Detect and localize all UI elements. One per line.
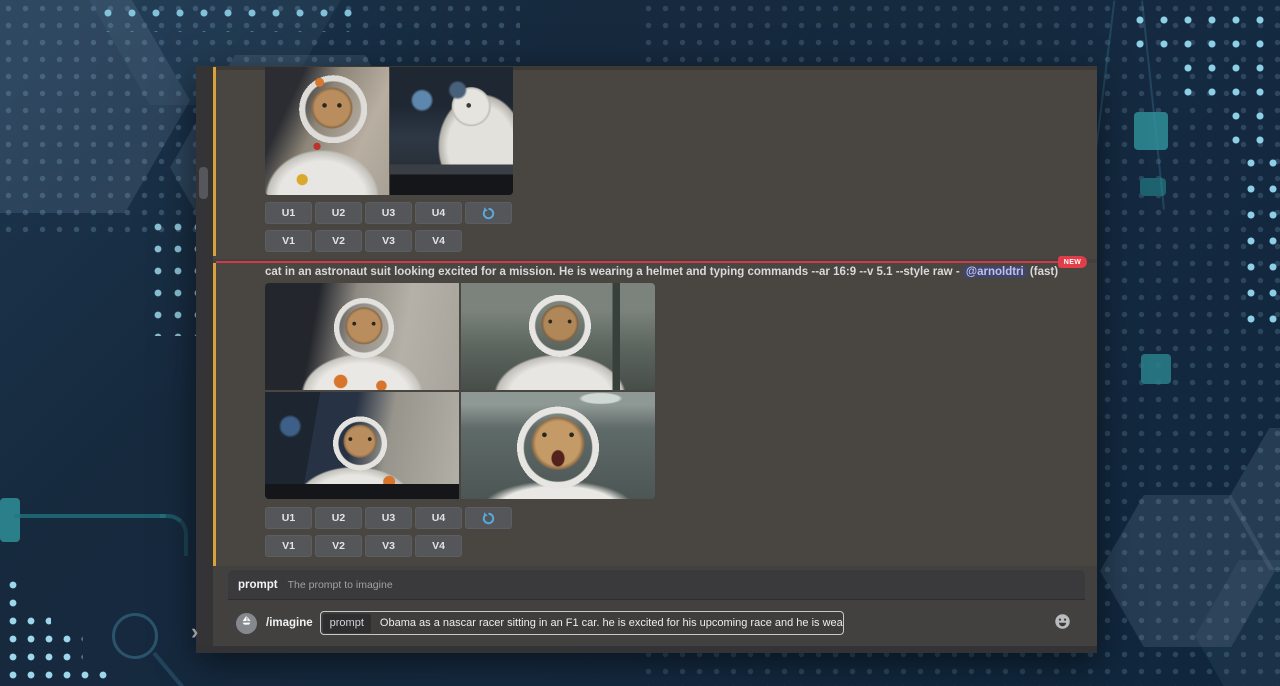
- circuit-trace-line: [14, 514, 166, 518]
- generated-image-tile[interactable]: [390, 67, 513, 195]
- magnifier-handle-line: [152, 652, 183, 686]
- prompt-text: cat in an astronaut suit looking excited…: [265, 266, 953, 278]
- upscale-u2-button[interactable]: U2: [315, 202, 362, 224]
- upscale-button-row: U1 U2 U3 U4: [265, 507, 512, 529]
- prompt-input[interactable]: prompt Obama as a nascar racer sitting i…: [320, 611, 844, 635]
- variation-v2-button[interactable]: V2: [315, 230, 362, 252]
- circuit-trace-curve: [160, 514, 188, 556]
- bright-dots-column-right: [1240, 150, 1280, 330]
- upscale-u1-button[interactable]: U1: [265, 202, 312, 224]
- variation-button-row: V1 V2 V3 V4: [265, 535, 462, 557]
- variation-button-row: V1 V2 V3 V4: [265, 230, 462, 252]
- image-grid-new: [265, 283, 655, 499]
- upscale-u1-button[interactable]: U1: [265, 507, 312, 529]
- bright-dots-cluster-midleft: [148, 216, 196, 336]
- upscale-u3-button[interactable]: U3: [365, 202, 412, 224]
- variation-v3-button[interactable]: V3: [365, 230, 412, 252]
- magnifier-circle-outline: [112, 613, 158, 659]
- screen: › U1 U2 U3 U4 V1 V2 V3: [0, 0, 1280, 686]
- message-prompt-text: cat in an astronaut suit looking excited…: [265, 266, 1080, 278]
- reroll-button[interactable]: [465, 507, 512, 529]
- discord-chat-window: U1 U2 U3 U4 V1 V2 V3 V4 NEW cat in an as…: [196, 66, 1097, 653]
- teal-square: [1141, 354, 1171, 384]
- generated-image-tile[interactable]: [265, 283, 459, 390]
- generated-image-tile[interactable]: [265, 67, 389, 195]
- circular-arrows-icon: [482, 512, 495, 525]
- emoji-picker-button[interactable]: [1054, 613, 1071, 630]
- autocomplete-option-name: prompt: [238, 579, 278, 591]
- variation-v4-button[interactable]: V4: [415, 230, 462, 252]
- dash-separator: -: [953, 266, 963, 278]
- midjourney-bot-avatar: [236, 613, 257, 634]
- upscale-u4-button[interactable]: U4: [415, 507, 462, 529]
- variation-v3-button[interactable]: V3: [365, 535, 412, 557]
- circular-arrows-icon: [482, 207, 495, 220]
- window-bottom-edge: [196, 646, 1097, 653]
- generated-image-tile[interactable]: [461, 283, 655, 390]
- prompt-input-value: Obama as a nascar racer sitting in an F1…: [380, 617, 844, 629]
- upscale-button-row: U1 U2 U3 U4: [265, 202, 512, 224]
- autocomplete-option-description: The prompt to imagine: [288, 579, 393, 591]
- upscale-u2-button[interactable]: U2: [315, 507, 362, 529]
- bright-dots-strip-top: [96, 2, 366, 32]
- variation-v2-button[interactable]: V2: [315, 535, 362, 557]
- upscale-u4-button[interactable]: U4: [415, 202, 462, 224]
- mention-indicator-bar: [213, 263, 216, 566]
- variation-v4-button[interactable]: V4: [415, 535, 462, 557]
- message-composer: /imagine prompt Obama as a nascar racer …: [228, 601, 1085, 645]
- slash-command-label: /imagine: [266, 617, 313, 629]
- teal-square: [1134, 112, 1168, 150]
- slash-command-autocomplete[interactable]: prompt The prompt to imagine: [228, 570, 1085, 600]
- upscale-u3-button[interactable]: U3: [365, 507, 412, 529]
- sailboat-icon: [240, 614, 253, 632]
- variation-v1-button[interactable]: V1: [265, 535, 312, 557]
- scrollbar-thumb[interactable]: [199, 167, 208, 199]
- generated-image-tile[interactable]: [461, 392, 655, 499]
- user-mention[interactable]: @arnoldtri: [963, 266, 1027, 278]
- chevron-right-icon[interactable]: ›: [191, 619, 198, 645]
- variation-v1-button[interactable]: V1: [265, 230, 312, 252]
- teal-square: [0, 498, 20, 542]
- mention-indicator-bar: [213, 67, 216, 256]
- generation-mode-label: (fast): [1027, 266, 1058, 278]
- generated-image-tile[interactable]: [265, 392, 459, 499]
- bright-dots-cluster-bottomleft: [4, 576, 116, 686]
- smiley-icon: [1054, 617, 1071, 634]
- sidebar-edge: [196, 66, 213, 653]
- reroll-button[interactable]: [465, 202, 512, 224]
- image-grid-old: [265, 67, 513, 195]
- prompt-option-pill: prompt: [323, 614, 371, 633]
